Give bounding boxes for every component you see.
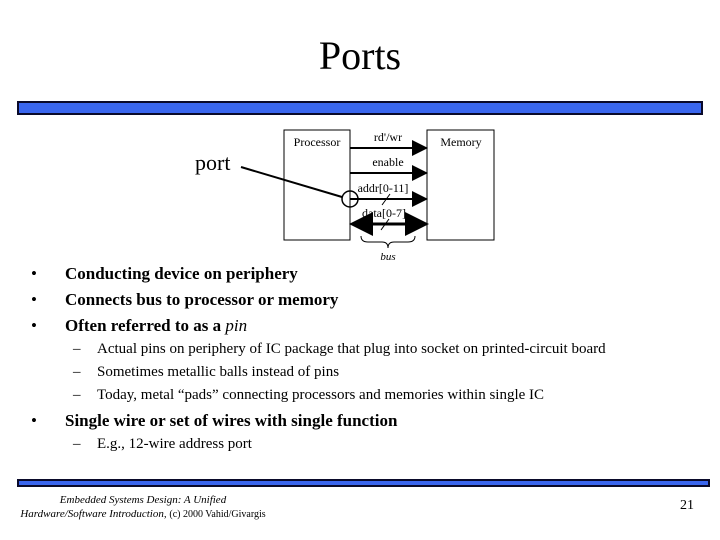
bullet-item: • Often referred to as a pin [31,316,248,335]
emphasis-pin: pin [225,316,248,335]
bus-brace [360,235,416,249]
sub-bullet-item: – Sometimes metallic balls instead of pi… [73,364,340,380]
footer-divider-bar [17,479,710,487]
page-number: 21 [680,498,694,513]
bullet-item: • Single wire or set of wires with singl… [31,411,398,430]
sub-bullet-item: – E.g., 12-wire address port [73,436,252,452]
processor-label: Processor [294,135,341,149]
bullet-item: • Connects bus to processor or memory [31,290,339,309]
signal-label-rdwr: rd'/wr [374,130,402,144]
port-label: port [195,150,230,175]
memory-label: Memory [440,135,481,149]
signal-label-addr: addr[0-11] [358,181,409,195]
signal-label-data: data[0-7] [362,206,406,220]
bus-label: bus [380,251,395,263]
footer-citation: Embedded Systems Design: A Unified Hardw… [20,494,266,520]
copyright: (c) 2000 Vahid/Givargis [169,509,266,520]
bullet-item: • Conducting device on periphery [31,264,298,283]
signal-label-enable: enable [372,155,403,169]
sub-bullet-item: – Today, metal “pads” connecting process… [73,387,545,403]
sub-bullet-item: – Actual pins on periphery of IC package… [73,341,606,357]
